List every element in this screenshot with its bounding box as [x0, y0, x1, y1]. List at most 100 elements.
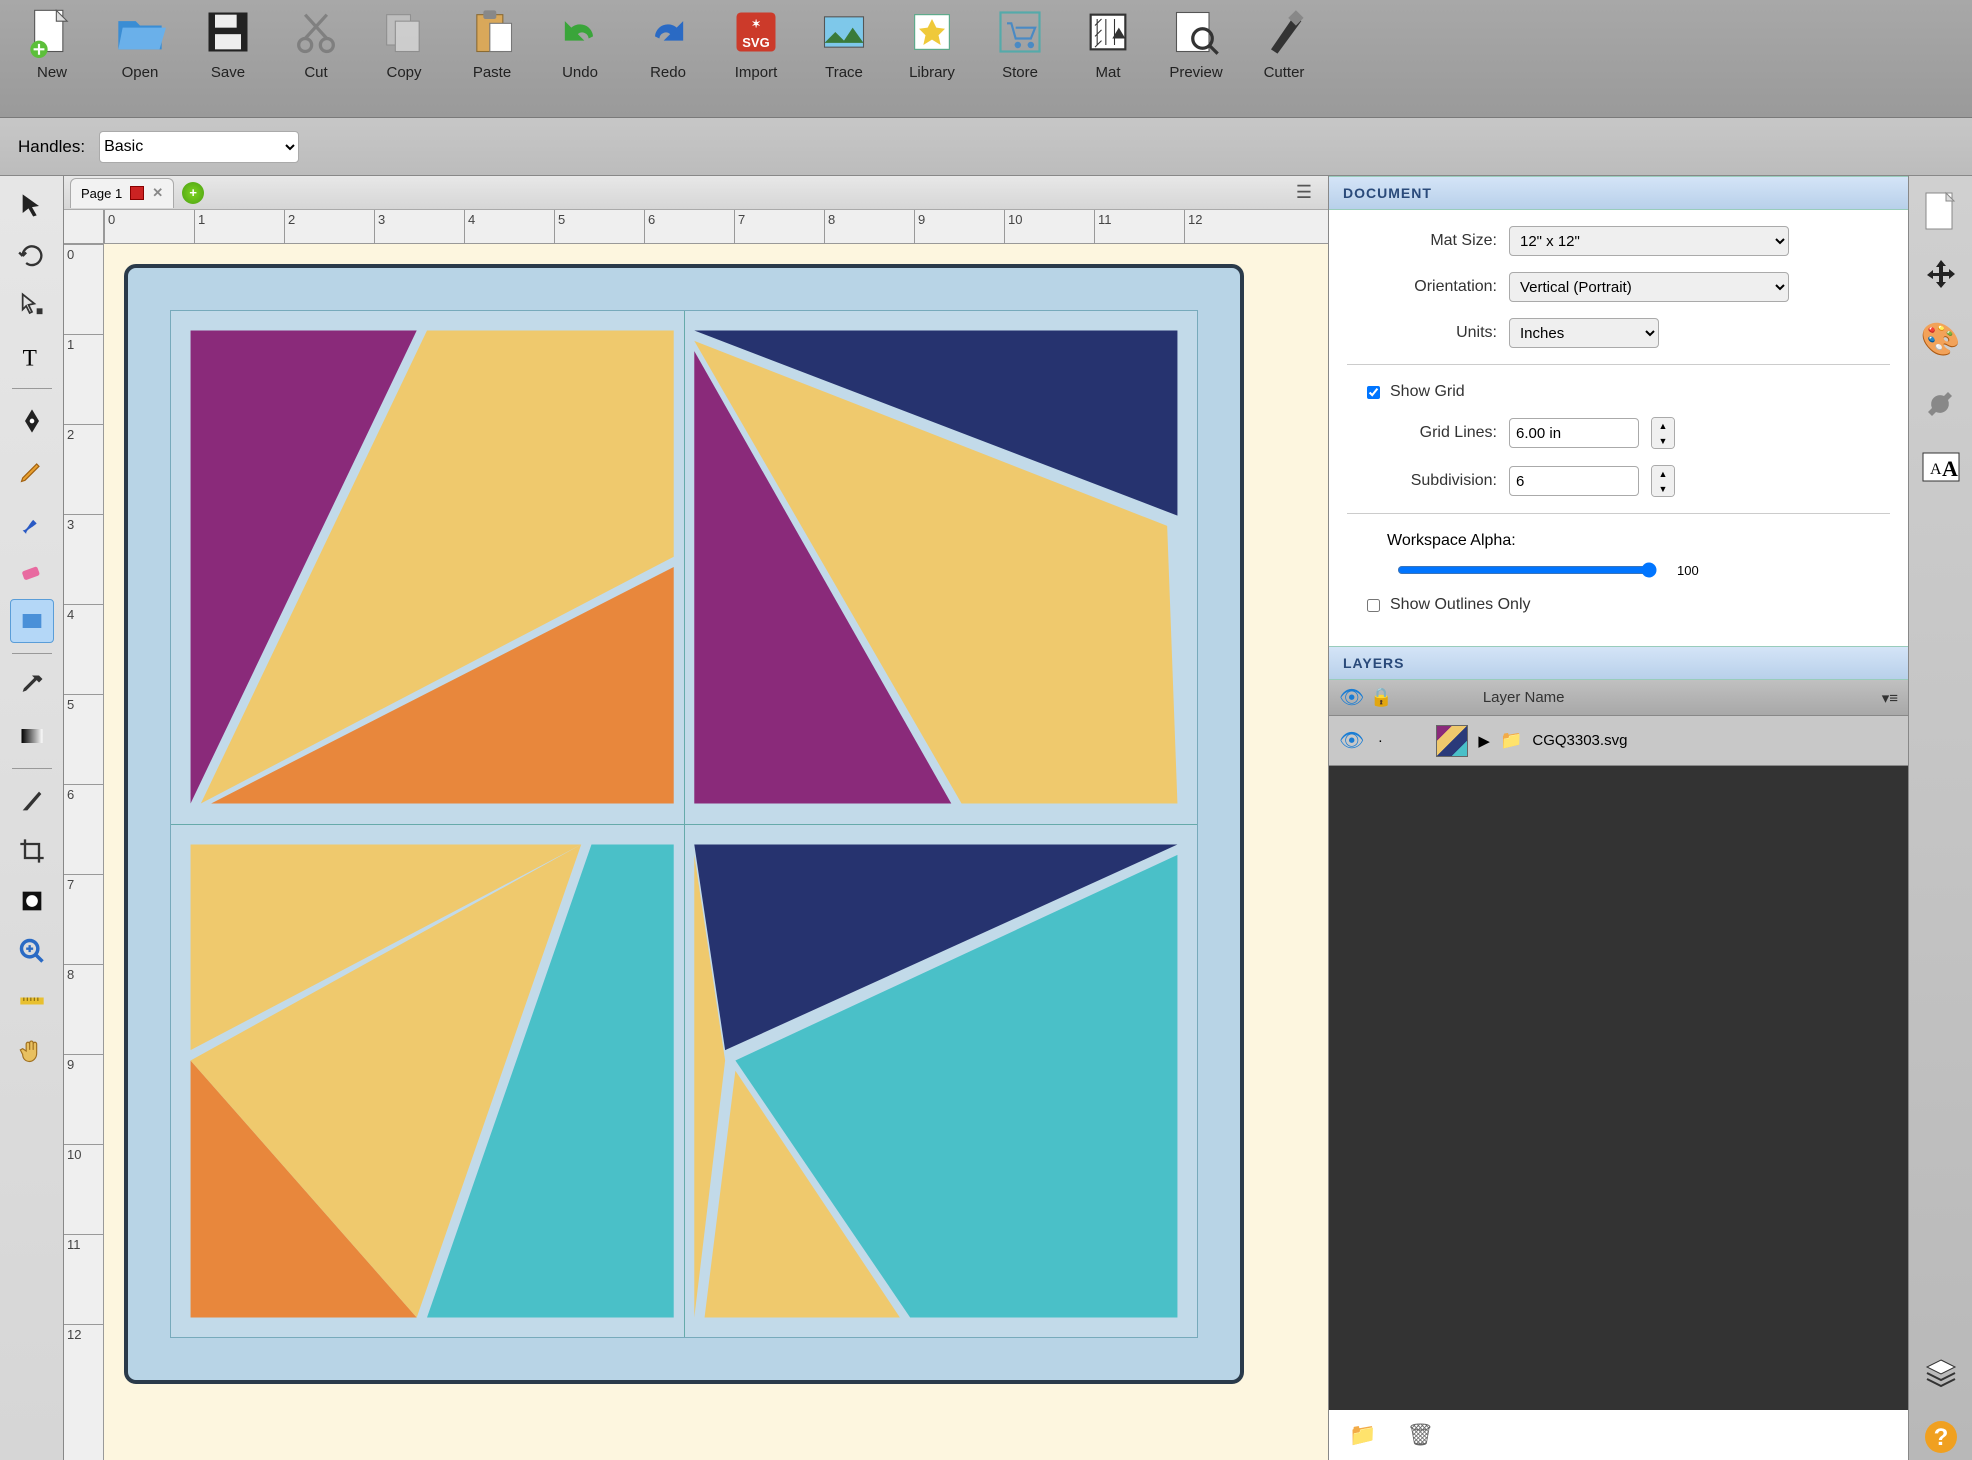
left-tool-palette: T — [0, 176, 64, 1460]
add-layer-icon[interactable]: 📁 — [1349, 1422, 1376, 1448]
save-disk-icon — [202, 6, 254, 58]
subdivision-stepper[interactable]: ▲▼ — [1651, 465, 1675, 497]
layer-thumbnail — [1436, 725, 1468, 757]
show-outlines-checkbox[interactable] — [1367, 599, 1380, 612]
main-toolbar: New Open Save Cut Copy Paste Undo — [0, 0, 1972, 118]
preview-button[interactable]: Preview — [1154, 6, 1238, 110]
svg-text:✶: ✶ — [751, 19, 760, 31]
cut-scissors-icon — [290, 6, 342, 58]
layers-menu-icon[interactable]: ▾≡ — [1882, 689, 1898, 707]
mat-size-label: Mat Size: — [1347, 232, 1497, 250]
new-button[interactable]: New — [10, 6, 94, 110]
pen-tool[interactable] — [10, 399, 54, 443]
mat-size-select[interactable]: 12" x 12" — [1509, 226, 1789, 256]
subdivision-label: Subdivision: — [1347, 472, 1497, 490]
eyedropper-tool[interactable] — [10, 664, 54, 708]
document-panel-title: DOCUMENT — [1329, 176, 1908, 210]
open-button[interactable]: Open — [98, 6, 182, 110]
paste-clipboard-icon — [466, 6, 518, 58]
layers-panel-title: LAYERS — [1329, 646, 1908, 680]
move-tab-icon[interactable] — [1918, 252, 1964, 298]
workspace: Page 1 ✕ + ☰ 01 23 45 67 89 1011 12 01 2… — [64, 176, 1328, 1460]
cutting-mat[interactable] — [124, 264, 1244, 1384]
layers-header: 👁 🔒 Layer Name ▾≡ — [1329, 680, 1908, 716]
lock-header-icon: 🔒 — [1370, 687, 1392, 708]
show-grid-checkbox[interactable] — [1367, 386, 1380, 399]
pointer-tool[interactable] — [10, 184, 54, 228]
document-tab-icon[interactable] — [1918, 188, 1964, 234]
import-button[interactable]: ✶SVG Import — [714, 6, 798, 110]
palette-tab-icon[interactable]: 🎨 — [1918, 316, 1964, 362]
orientation-select[interactable]: Vertical (Portrait) — [1509, 272, 1789, 302]
grid-lines-label: Grid Lines: — [1347, 424, 1497, 442]
folder-icon: 📁 — [1500, 730, 1522, 751]
ruler-tool[interactable] — [10, 979, 54, 1023]
layers-tab-icon[interactable] — [1918, 1350, 1964, 1396]
rotate-tool[interactable] — [10, 234, 54, 278]
units-label: Units: — [1347, 324, 1497, 342]
canvas-area[interactable]: 01 23 45 67 89 1011 12 01 23 45 67 89 10… — [64, 210, 1328, 1460]
copy-button[interactable]: Copy — [362, 6, 446, 110]
grid-lines-stepper[interactable]: ▲▼ — [1651, 417, 1675, 449]
shape-tool[interactable] — [10, 599, 54, 643]
knife-tool[interactable] — [10, 779, 54, 823]
eraser-tool[interactable] — [10, 549, 54, 593]
svg-text:A: A — [1930, 461, 1942, 478]
subdivision-input[interactable] — [1509, 466, 1639, 496]
grid-lines-input[interactable] — [1509, 418, 1639, 448]
layer-visibility-icon[interactable]: 👁 — [1339, 728, 1364, 753]
hand-tool[interactable] — [10, 1029, 54, 1073]
layer-name: CGQ3303.svg — [1532, 732, 1627, 749]
handles-bar: Handles: Basic — [0, 118, 1972, 176]
svg-text:A: A — [1942, 456, 1958, 481]
alpha-label: Workspace Alpha: — [1347, 532, 1890, 550]
mat-button[interactable]: Mat — [1066, 6, 1150, 110]
cut-button[interactable]: Cut — [274, 6, 358, 110]
orientation-label: Orientation: — [1347, 278, 1497, 296]
right-panel: DOCUMENT Mat Size: 12" x 12" Orientation… — [1328, 176, 1908, 1460]
brush-tool[interactable] — [10, 499, 54, 543]
trace-button[interactable]: Trace — [802, 6, 886, 110]
import-svg-icon: ✶SVG — [730, 6, 782, 58]
gradient-tool[interactable] — [10, 714, 54, 758]
save-button[interactable]: Save — [186, 6, 270, 110]
library-star-icon — [906, 6, 958, 58]
page-tabstrip: Page 1 ✕ + ☰ — [64, 176, 1328, 210]
text-tool[interactable]: T — [10, 334, 54, 378]
library-button[interactable]: Library — [890, 6, 974, 110]
paste-button[interactable]: Paste — [450, 6, 534, 110]
undo-button[interactable]: Undo — [538, 6, 622, 110]
design-artwork[interactable] — [170, 310, 1198, 1338]
layer-expand-icon[interactable]: ▶ — [1478, 732, 1490, 750]
add-page-button[interactable]: + — [182, 182, 204, 204]
close-tab-icon[interactable]: ✕ — [152, 185, 163, 201]
distort-tool[interactable] — [10, 879, 54, 923]
text-tab-icon[interactable]: AA — [1918, 444, 1964, 490]
redo-icon — [642, 6, 694, 58]
redo-button[interactable]: Redo — [626, 6, 710, 110]
tab-menu-icon[interactable]: ☰ — [1296, 182, 1322, 203]
delete-layer-icon[interactable]: 🗑 — [1406, 1422, 1434, 1448]
layer-row[interactable]: 👁 · ▶ 📁 CGQ3303.svg — [1329, 716, 1908, 766]
page-color-swatch — [130, 186, 144, 200]
alpha-value: 100 — [1677, 563, 1699, 578]
zoom-tool[interactable] — [10, 929, 54, 973]
store-cart-icon — [994, 6, 1046, 58]
handles-select[interactable]: Basic — [99, 131, 299, 163]
pencil-tool[interactable] — [10, 449, 54, 493]
page-1-tab[interactable]: Page 1 ✕ — [70, 178, 174, 208]
settings-tab-icon[interactable] — [1918, 380, 1964, 426]
units-select[interactable]: Inches — [1509, 318, 1659, 348]
cutter-button[interactable]: Cutter — [1242, 6, 1326, 110]
node-tool[interactable] — [10, 284, 54, 328]
mat-icon — [1082, 6, 1134, 58]
horizontal-ruler: 01 23 45 67 89 1011 12 — [104, 210, 1328, 244]
new-file-icon — [26, 6, 78, 58]
svg-text:?: ? — [1933, 1424, 1948, 1451]
eye-header-icon: 👁 — [1339, 685, 1364, 710]
workspace-alpha-slider[interactable] — [1397, 562, 1657, 578]
help-tab-icon[interactable]: ? — [1918, 1414, 1964, 1460]
crop-tool[interactable] — [10, 829, 54, 873]
store-button[interactable]: Store — [978, 6, 1062, 110]
copy-icon — [378, 6, 430, 58]
